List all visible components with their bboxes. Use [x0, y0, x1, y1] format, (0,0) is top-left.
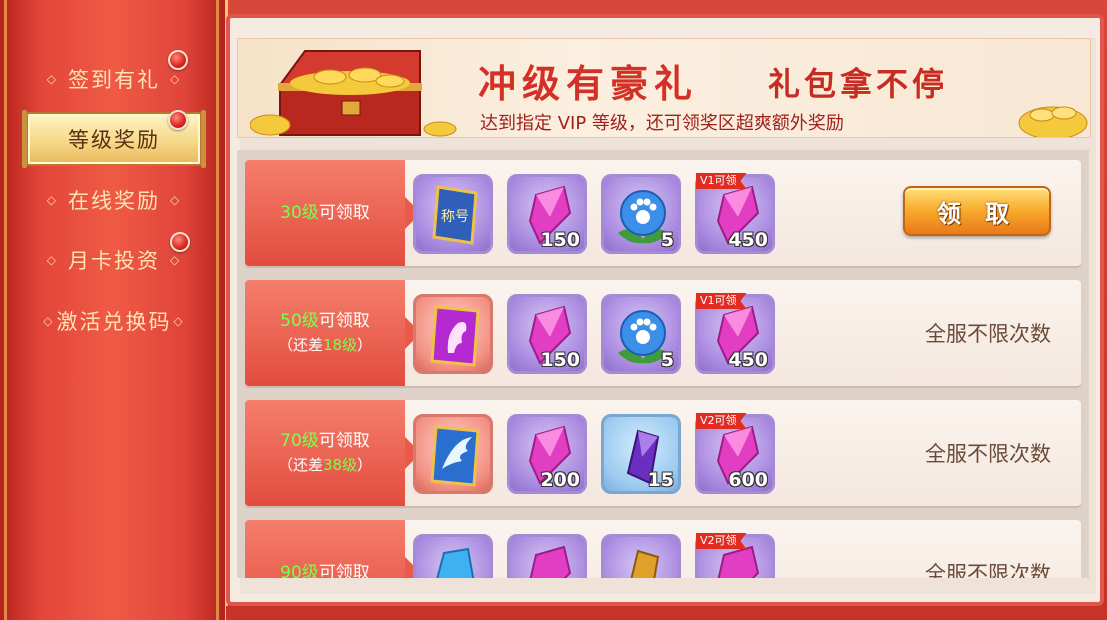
gold-gem-icon — [630, 549, 660, 578]
item-quantity: 15 — [647, 469, 674, 491]
reward-item[interactable]: 150 — [507, 294, 587, 374]
sidebar-item-redeem-code[interactable]: ◇ 激活兑换码 ◇ — [26, 294, 202, 348]
reward-row: 50级可领取 （还差18级） 150 5 V1可领 450 全服不限次数 — [245, 280, 1081, 386]
pink-crystal-icon — [529, 545, 572, 578]
level-value: 50级 — [280, 311, 319, 331]
diamond-icon: ◇ — [46, 193, 58, 207]
title-scroll-icon: 称号 — [432, 185, 478, 245]
reward-item[interactable]: 称号 — [413, 174, 493, 254]
reward-row: 70级可领取 （还差38级） 200 15 V2可领 600 全服不限次数 — [245, 400, 1081, 506]
item-quantity: 5 — [660, 229, 674, 251]
reward-item[interactable] — [413, 534, 493, 578]
reward-item[interactable]: 5 — [601, 174, 681, 254]
banner-title-secondary: 礼包拿不停 — [768, 65, 949, 103]
item-quantity: 200 — [540, 469, 580, 491]
item-quantity: 150 — [540, 349, 580, 371]
gold-coins-icon — [1018, 106, 1088, 137]
reward-items: 200 15 V2可领 600 — [413, 413, 775, 494]
diamond-icon: ◇ — [43, 314, 55, 328]
reward-item[interactable] — [413, 414, 493, 494]
level-requirement: 70级可领取 （还差38级） — [245, 400, 421, 506]
reward-item[interactable]: 15 — [601, 414, 681, 494]
reward-items: 称号 150 5 V1可领 450 — [413, 173, 775, 254]
vip-badge: V1可领 — [696, 173, 747, 189]
claim-limit-text: 全服不限次数 — [925, 562, 1051, 578]
svg-text:称号: 称号 — [441, 209, 469, 225]
reward-row: 30级可领取 称号 150 5 V1可领 450 领 取 — [245, 160, 1081, 266]
level-value: 30级 — [280, 203, 319, 223]
reward-item[interactable]: 200 — [507, 414, 587, 494]
notification-dot-icon — [168, 50, 188, 70]
reward-item[interactable]: V2可领 — [695, 533, 775, 578]
item-quantity: 150 — [540, 229, 580, 251]
wing-card-icon — [430, 425, 480, 487]
reward-item[interactable] — [413, 294, 493, 374]
diamond-icon: ◇ — [173, 314, 185, 328]
blue-crystal-icon — [436, 547, 475, 578]
level-value: 90级 — [280, 563, 319, 578]
level-requirement: 50级可领取 （还差18级） — [245, 280, 421, 386]
reward-item[interactable]: V2可领 600 — [695, 413, 775, 494]
item-quantity: 450 — [728, 349, 768, 371]
sidebar: ◇ 签到有礼 ◇ 等级奖励 ◇ 在线奖励 ◇ ◇ 月卡投资 ◇ ◇ 激活兑换码 … — [0, 0, 228, 620]
diamond-icon: ◇ — [170, 193, 182, 207]
banner-subtitle: 达到指定 VIP 等级，还可领奖区超爽额外奖励 — [480, 113, 844, 134]
diamond-icon: ◇ — [170, 253, 182, 267]
level-requirement: 90级可领取 — [245, 520, 421, 578]
diamond-icon: ◇ — [46, 72, 58, 86]
reward-row: 90级可领取 V2可领 全服不限次数 — [245, 520, 1081, 578]
reward-item[interactable]: V1可领 450 — [695, 293, 775, 374]
sidebar-item-label: 等级奖励 — [68, 128, 160, 152]
reward-items: V2可领 — [413, 533, 775, 578]
vip-badge: V2可领 — [696, 533, 747, 549]
reward-item[interactable] — [601, 534, 681, 578]
level-requirement: 30级可领取 — [245, 160, 421, 266]
sidebar-item-online-rewards[interactable]: ◇ 在线奖励 ◇ — [26, 173, 202, 227]
level-value: 70级 — [280, 431, 319, 451]
reward-item[interactable] — [507, 534, 587, 578]
item-quantity: 450 — [728, 229, 768, 251]
treasure-chest-icon — [250, 50, 457, 137]
diamond-icon: ◇ — [170, 72, 182, 86]
claim-button[interactable]: 领 取 — [903, 186, 1051, 236]
item-quantity: 5 — [660, 349, 674, 371]
sidebar-item-label: 签到有礼 — [68, 68, 160, 92]
notification-dot-icon — [168, 110, 188, 130]
reward-item[interactable]: 150 — [507, 174, 587, 254]
horse-card-icon — [430, 305, 480, 367]
diamond-icon: ◇ — [46, 253, 58, 267]
claim-limit-text: 全服不限次数 — [925, 442, 1051, 466]
promo-banner: 冲级有豪礼 礼包拿不停 达到指定 VIP 等级，还可领奖区超爽额外奖励 — [237, 38, 1091, 138]
sidebar-item-label: 月卡投资 — [68, 249, 160, 273]
reward-item[interactable]: V1可领 450 — [695, 173, 775, 254]
reward-items: 150 5 V1可领 450 — [413, 293, 775, 374]
item-quantity: 600 — [728, 469, 768, 491]
vip-badge: V2可领 — [696, 413, 747, 429]
reward-item[interactable]: 5 — [601, 294, 681, 374]
vip-badge: V1可领 — [696, 293, 747, 309]
frame-bottom-edge — [226, 606, 1107, 620]
sidebar-item-label: 激活兑换码 — [56, 310, 172, 334]
reward-list[interactable]: 30级可领取 称号 150 5 V1可领 450 领 取 50级可领取 （还差1… — [237, 150, 1089, 578]
claim-limit-text: 全服不限次数 — [925, 322, 1051, 346]
sidebar-item-label: 在线奖励 — [68, 189, 160, 213]
notification-dot-icon — [170, 232, 190, 252]
banner-title: 冲级有豪礼 — [478, 61, 699, 106]
